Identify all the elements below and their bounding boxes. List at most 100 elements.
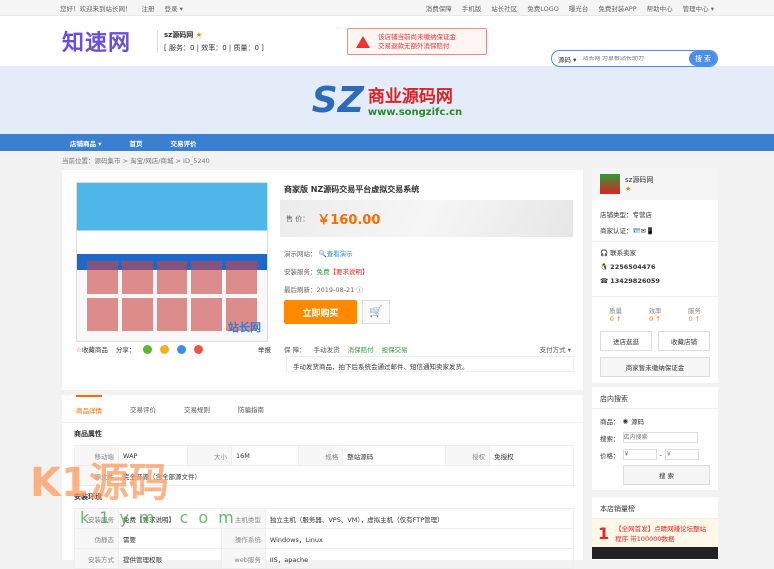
shop-search-input[interactable] <box>622 432 698 443</box>
search-button[interactable]: 搜 索 <box>689 51 717 66</box>
attr-value: WAP <box>118 445 188 466</box>
seller-name[interactable]: sz源码网 <box>625 175 653 185</box>
tab-anti-fraud[interactable]: 防骗指南 <box>238 404 264 414</box>
product-title: 商家版 NZ源码交易平台虚拟交易系统 <box>284 185 420 194</box>
sales-ranking: 本店销量榜 1 【全网首发】点睛网赚论坛整站程序 带100000数据 <box>592 497 718 560</box>
search-category-select[interactable]: 源码 ▾ <box>552 54 582 64</box>
shop-search-button[interactable]: 搜 索 <box>623 465 710 485</box>
attr-value: 完全开源（含全部源文件） <box>118 465 574 486</box>
seller-phone: 13429826059 <box>610 277 660 285</box>
ranking-title: 本店销量榜 <box>592 497 718 519</box>
search-input[interactable] <box>582 55 689 62</box>
table-row: 伪静态 需要 操作系统 Windows，Linux <box>74 528 575 549</box>
favorite-product-link[interactable]: ☆收藏商品 <box>76 344 108 354</box>
table-row: 源文件 完全开源（含全部源文件） <box>74 465 574 486</box>
deposit-warning: 该店铺当前尚未缴纳保证金 交易退款无额外消保赔付 <box>347 28 487 55</box>
attr-key: 大小 <box>186 445 232 466</box>
env-value: 免费【要求说明】 <box>118 508 222 529</box>
install-note-link[interactable]: 【要求说明】 <box>330 268 369 276</box>
product-panel: 站长网 商家版 NZ源码交易平台虚拟交易系统 售 价： ￥160.00 演示网站：… <box>62 170 583 390</box>
install-label: 安装服务： <box>284 268 317 276</box>
shop-search-box: 店内搜索 商品：◉源码 搜索： 价格：- 搜 索 <box>592 387 718 490</box>
product-image[interactable]: 站长网 <box>76 182 268 342</box>
top-link[interactable]: 消费保障 <box>426 3 452 13</box>
install-value: 免费 <box>316 268 330 276</box>
info-icon[interactable]: ⓘ <box>356 286 363 294</box>
collect-shop-button[interactable]: 收藏店铺 <box>658 331 710 351</box>
welcome-text: 您好！欢迎来到站长网！ <box>60 4 132 13</box>
top-link[interactable]: 免费LOGO <box>527 3 559 13</box>
demo-label: 演示网站： <box>284 250 317 258</box>
ranking-item-image[interactable] <box>592 547 718 559</box>
top-link[interactable]: 免费封装APP <box>598 3 636 13</box>
attr-value: 16M <box>230 445 300 466</box>
banner-logo-url: www.songzifc.cn <box>367 107 463 118</box>
tab-details[interactable]: 商品详情 <box>76 394 102 415</box>
deposit-status: 商家暂未缴纳保证金 <box>600 357 710 377</box>
env-key: web服务 <box>220 548 266 569</box>
top-link[interactable]: 帮助中心 <box>647 3 673 13</box>
star-icon: ★ <box>625 185 632 193</box>
radio-source[interactable]: ◉ <box>623 417 629 425</box>
nav-home[interactable]: 首页 <box>130 138 143 148</box>
cart-icon[interactable]: 🛒 <box>362 300 390 324</box>
table-row: 安装服务 免费【要求说明】 主机类型 独立主机（服务器、VPS、VM），虚拟主机（仅有… <box>74 508 575 529</box>
search-icon: 🔍 <box>318 250 327 258</box>
top-link[interactable]: 手机版 <box>462 3 482 13</box>
env-value: 需要 <box>118 528 222 549</box>
shop-nav: 店铺商品 ▾ 首页 交易评价 <box>0 134 774 151</box>
ranking-item-link[interactable]: 【全网首发】点睛网赚论坛整站程序 带100000数据 <box>615 523 712 543</box>
top-link[interactable]: 管理中心 ▾ <box>683 3 714 13</box>
guarantees: 保 障： 手动发货 消保赔付 担保交易 <box>284 344 408 354</box>
top-link[interactable]: 站长社区 <box>491 3 517 13</box>
tab-rules[interactable]: 交易规则 <box>184 404 210 414</box>
env-value: 独立主机（服务器、VPS、VM），虚拟主机（仅有FTP管理） <box>264 508 575 529</box>
banner-logo-text: 商业源码网 <box>367 87 453 107</box>
qzone-icon[interactable] <box>160 344 170 354</box>
top-link[interactable]: 曝光台 <box>569 3 589 13</box>
table-row: 安装方式 提供管理权限 web服务 IIS，apache <box>74 548 575 569</box>
guarantee-tab[interactable]: 手动发货 <box>314 344 340 354</box>
table-row: 移动端 WAP 大小 16M 规格 整站源码 授权 免授权 <box>74 445 574 466</box>
banner-logo: SZ 商业源码网 www.songzifc.cn <box>312 80 462 121</box>
env-key: 伪静态 <box>74 528 119 549</box>
cert-icons: 🪪✉📱 <box>632 227 655 235</box>
shop-search-title: 店内搜索 <box>592 387 718 409</box>
buy-now-button[interactable]: 立即购买 <box>284 300 357 324</box>
seller-qq[interactable]: 2256504476 <box>610 263 655 271</box>
weibo-icon[interactable] <box>194 344 204 354</box>
shop-stats: [ 服务：0 | 效率：0 | 质量：0 ] <box>164 43 264 52</box>
site-logo[interactable]: 知速网 <box>62 25 131 57</box>
guarantee-tab[interactable]: 消保赔付 <box>348 344 374 354</box>
headset-icon: 🎧 <box>600 249 609 257</box>
attr-table: 移动端 WAP 大小 16M 规格 整站源码 授权 免授权 源文件 完全开源（含全部源文件） <box>74 445 574 486</box>
shop-name[interactable]: sz源码网 <box>164 31 193 39</box>
seller-avatar[interactable] <box>600 174 620 194</box>
env-key: 操作系统 <box>220 528 266 549</box>
sz-logo-mark: SZ <box>311 79 364 121</box>
qq-icon[interactable] <box>177 344 187 354</box>
warning-text: 交易退款无额外消保赔付 <box>378 41 450 50</box>
guarantee-tab[interactable]: 担保交易 <box>382 344 408 354</box>
attr-key: 授权 <box>445 445 491 466</box>
warning-icon <box>356 35 370 48</box>
env-key: 安装方式 <box>74 548 119 569</box>
share-label: 分享： <box>115 346 136 354</box>
register-link[interactable]: 注册 <box>142 3 155 13</box>
wechat-icon[interactable] <box>143 344 153 354</box>
payment-methods-dropdown[interactable]: 支付方式 ▾ <box>540 344 571 354</box>
login-link[interactable]: 登录 ▾ <box>165 3 183 13</box>
demo-link[interactable]: 查看演示 <box>327 250 353 258</box>
star-icon: ★ <box>195 30 202 39</box>
nav-reviews[interactable]: 交易评价 <box>171 138 197 148</box>
stat-value: 0 ↑ <box>609 315 622 323</box>
price-to-input[interactable] <box>664 449 699 460</box>
report-link[interactable]: 举报 <box>258 344 271 354</box>
tab-reviews[interactable]: 交易评价 <box>130 404 156 414</box>
price-from-input[interactable] <box>622 449 657 460</box>
top-bar: 您好！欢迎来到站长网！ 注册 登录 ▾ 消费保障 手机版 站长社区 免费LOGO 曝光台 免费… <box>0 0 774 16</box>
enter-shop-button[interactable]: 进店逛逛 <box>600 331 652 351</box>
contact-seller-link[interactable]: 联系卖家 <box>610 249 636 257</box>
env-value: Windows，Linux <box>264 528 575 549</box>
nav-shop-goods[interactable]: 店铺商品 ▾ <box>70 138 102 148</box>
